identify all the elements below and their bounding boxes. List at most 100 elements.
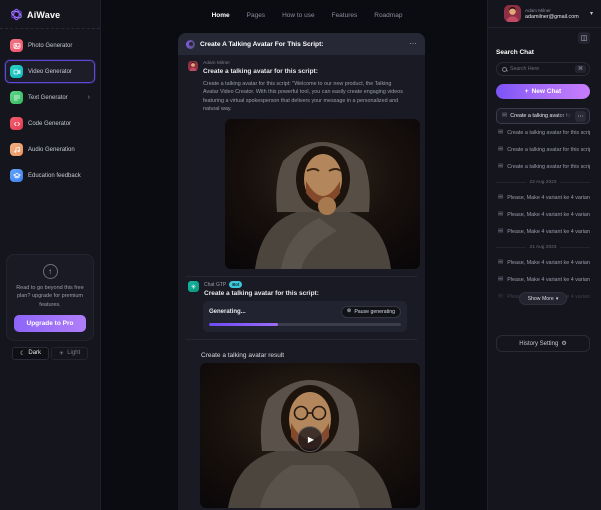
- upgrade-card: ↑ Read to go beyond this free plan? upgr…: [6, 254, 94, 341]
- chat-card-header: Create A Talking Avatar For This Script:…: [178, 33, 425, 55]
- chat-item-label: Please, Make 4 variant ke 4 varian: [507, 260, 590, 266]
- user-message-body: Create a talking avatar for this script:…: [203, 80, 407, 115]
- chat-doc-icon: ▤: [498, 294, 503, 300]
- generating-label: Generating...: [209, 309, 246, 315]
- chat-history-item[interactable]: ▤ Please, Make 4 variant ke 4 varian: [496, 254, 590, 271]
- dark-label: Dark: [28, 350, 41, 356]
- sidebar-item-photo-generator[interactable]: Photo Generator: [5, 34, 95, 57]
- nav-features[interactable]: Features: [332, 12, 358, 19]
- chat-item-label: Create a talking avatar for this scrip: [507, 147, 590, 153]
- nav-pages[interactable]: Pages: [247, 12, 265, 19]
- sidebar-item-label: Video Generator: [28, 69, 72, 75]
- upgrade-text: Read to go beyond this free plan? upgrad…: [14, 284, 86, 309]
- sidebar-item-video-generator[interactable]: Video Generator: [5, 60, 95, 83]
- text-icon: [10, 91, 23, 104]
- new-chat-label: New Chat: [532, 88, 562, 95]
- light-mode-button[interactable]: ☀ Light: [51, 347, 88, 360]
- collapse-panel-icon[interactable]: ◫: [578, 32, 590, 44]
- progress-fill: [209, 323, 278, 326]
- gear-icon: ⚙: [561, 340, 566, 347]
- pause-label: Pause generating: [354, 309, 395, 315]
- pause-icon: ⊗: [347, 309, 352, 315]
- top-navigation: Home Pages How to use Features Roadmap: [101, 0, 487, 30]
- sidebar-item-code-generator[interactable]: Code Generator: [5, 112, 95, 135]
- chat-doc-icon: ▤: [498, 229, 503, 235]
- education-icon: [10, 169, 23, 182]
- new-chat-button[interactable]: + New Chat: [496, 84, 590, 99]
- app-root: AiWave Photo Generator Video Generator T…: [0, 0, 601, 510]
- profile-email: adamilner@gmail.com: [525, 14, 579, 20]
- date-divider: 21 Aug 2023: [496, 240, 590, 254]
- sidebar-item-text-generator[interactable]: Text Generator ›: [5, 86, 95, 109]
- dark-mode-button[interactable]: ☾ Dark: [12, 347, 49, 360]
- chat-item-label: Please, Make 4 variant ke 4 varian: [507, 212, 590, 218]
- active-chat-item[interactable]: ▤ Create a talking avator for this scrip…: [496, 108, 590, 124]
- history-setting-button[interactable]: History Setting ⚙: [496, 335, 590, 352]
- bot-message-title: Create a talking avatar for this script:: [204, 290, 319, 297]
- chat-doc-icon: ▤: [498, 130, 503, 136]
- generator-menu: Photo Generator Video Generator Text Gen…: [0, 29, 100, 192]
- history-setting-label: History Setting: [519, 341, 558, 347]
- video-icon: [10, 65, 23, 78]
- chat-history-item[interactable]: ▤ Please, Make 4 variant ke 4 varian: [496, 271, 590, 288]
- sun-icon: ☀: [59, 350, 64, 357]
- chat-item-label: Please, Make 4 variant ke 4 varian: [507, 195, 590, 201]
- brand-logo[interactable]: AiWave: [0, 0, 100, 29]
- result-video-frame: ▶: [200, 363, 420, 508]
- aiwave-logo-icon: [10, 8, 23, 21]
- chat-options-icon[interactable]: ⋯: [575, 111, 586, 122]
- show-more-label: Show More: [528, 296, 554, 302]
- right-panel: Adam Milner adamilner@gmail.com ▾ ◫ Sear…: [487, 0, 601, 510]
- sidebar-item-label: Audio Generation: [28, 147, 75, 153]
- left-sidebar: AiWave Photo Generator Video Generator T…: [0, 0, 101, 510]
- chat-doc-icon: ▤: [498, 164, 503, 170]
- chevron-down-icon: ▾: [556, 296, 559, 302]
- chat-doc-icon: ▤: [498, 195, 503, 201]
- show-more-button[interactable]: Show More ▾: [519, 292, 568, 305]
- chat-history-item[interactable]: ▤ Please, Make 4 variant ke 4 varian: [496, 223, 590, 240]
- chatgpt-icon: ✳: [188, 281, 199, 292]
- user-message-author: Adam Milner: [203, 61, 318, 66]
- nav-roadmap[interactable]: Roadmap: [374, 12, 402, 19]
- profile-menu[interactable]: Adam Milner adamilner@gmail.com ▾: [488, 0, 601, 28]
- chat-history-item[interactable]: ▤ Create a talking avatar for this scrip: [496, 124, 590, 141]
- session-disc-icon: [186, 40, 195, 49]
- generating-panel: Generating... ⊗ Pause generating: [203, 301, 407, 332]
- nav-how-to-use[interactable]: How to use: [282, 12, 315, 19]
- profile-name: Adam Milner: [525, 8, 579, 13]
- chat-doc-icon: ▤: [498, 277, 503, 283]
- chat-item-label: Please, Make 4 variant ke 4 varian: [507, 229, 590, 235]
- chat-doc-icon: ▤: [498, 212, 503, 218]
- theme-toggle: ☾ Dark ☀ Light: [6, 341, 94, 360]
- message-divider: [186, 339, 417, 340]
- nav-home[interactable]: Home: [212, 12, 230, 19]
- search-field: ⌘: [496, 62, 590, 76]
- chat-history-item[interactable]: ▤ Please, Make 4 variant ke 4 varian: [496, 189, 590, 206]
- play-button[interactable]: ▶: [297, 426, 323, 452]
- audio-icon: [10, 143, 23, 156]
- chat-history-item[interactable]: ▤ Create a talking avatar for this scrip: [496, 158, 590, 175]
- light-label: Light: [67, 350, 80, 356]
- chat-history-item[interactable]: ▤ Create a talking avatar for this scrip: [496, 141, 590, 158]
- chevron-down-icon: ▾: [590, 10, 593, 17]
- plus-icon: +: [525, 88, 529, 95]
- brand-name: AiWave: [27, 10, 60, 20]
- search-input[interactable]: [510, 66, 572, 72]
- upgrade-to-pro-button[interactable]: Upgrade to Pro: [14, 315, 86, 332]
- search-chat-heading: Search Chat: [496, 49, 590, 56]
- profile-avatar: [504, 5, 521, 22]
- sidebar-item-label: Photo Generator: [28, 43, 72, 49]
- sidebar-item-audio-generation[interactable]: Audio Generation: [5, 138, 95, 161]
- chat-history-item[interactable]: ▤ Please, Make 4 variant ke 4 varian: [496, 206, 590, 223]
- photo-icon: [10, 39, 23, 52]
- search-icon: [502, 67, 507, 72]
- sidebar-item-education-feedback[interactable]: Education feedback: [5, 164, 95, 187]
- profile-meta: Adam Milner adamilner@gmail.com: [525, 8, 579, 20]
- more-options-icon[interactable]: ⋯: [409, 40, 417, 48]
- chat-doc-icon: ▤: [502, 113, 507, 119]
- generating-row: Generating... ⊗ Pause generating: [209, 306, 401, 318]
- chat-item-label: Please, Make 4 variant ke 4 varian: [507, 277, 590, 283]
- bot-message-header: ✳ Chat GTP Bot Create a talking avatar f…: [188, 281, 420, 297]
- message-divider: [186, 276, 417, 277]
- pause-generating-button[interactable]: ⊗ Pause generating: [341, 306, 401, 318]
